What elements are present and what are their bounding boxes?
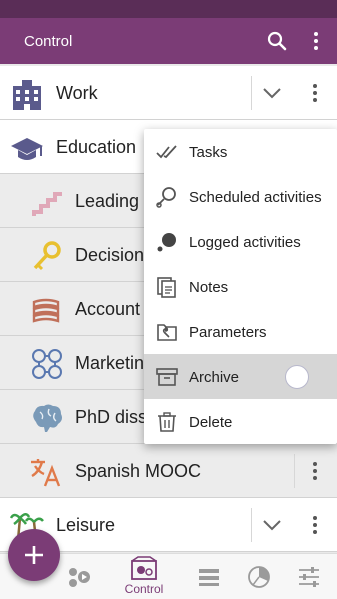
- list-item-label: Decision: [75, 245, 145, 265]
- menu-item-label: Tasks: [189, 144, 228, 161]
- page-title: Control: [24, 33, 73, 50]
- list-item-label: Leisure: [56, 515, 116, 535]
- list-item-label: Marketin: [75, 353, 145, 373]
- more-vert-icon[interactable]: [312, 461, 318, 481]
- building-icon: [10, 78, 44, 110]
- menu-item-label: Delete: [189, 414, 233, 431]
- settings-sliders-icon[interactable]: [294, 562, 324, 592]
- list-item-work[interactable]: Work: [0, 66, 337, 120]
- plus-icon: [25, 546, 43, 564]
- touch-ripple: [285, 365, 309, 389]
- menu-item-notes[interactable]: Notes: [144, 264, 337, 309]
- add-button[interactable]: [8, 529, 60, 581]
- logged-activity-icon: [156, 231, 178, 253]
- more-vert-icon[interactable]: [312, 83, 318, 103]
- menu-item-scheduled-activities[interactable]: Scheduled activities: [144, 174, 337, 219]
- menu-item-label: Parameters: [189, 324, 267, 341]
- status-bar: [0, 0, 337, 18]
- stairs-icon: [30, 186, 64, 218]
- context-menu: Tasks Scheduled activities Logged activi…: [144, 129, 337, 444]
- notes-icon: [156, 276, 178, 298]
- brain-icon: [30, 402, 64, 434]
- divider: [294, 454, 295, 488]
- nav-control-label[interactable]: Control: [113, 582, 175, 596]
- list-item-label: PhD diss: [75, 407, 148, 427]
- parameters-icon: [156, 321, 178, 343]
- menu-item-tasks[interactable]: Tasks: [144, 129, 337, 174]
- pie-chart-icon[interactable]: [244, 562, 274, 592]
- books-icon: [30, 294, 64, 326]
- list-item-label: Account: [75, 299, 141, 319]
- menu-item-archive[interactable]: Archive: [144, 354, 337, 399]
- app-bar: Control: [0, 18, 337, 64]
- divider: [251, 76, 252, 110]
- search-icon[interactable]: [266, 30, 288, 52]
- menu-item-parameters[interactable]: Parameters: [144, 309, 337, 354]
- menu-item-label: Scheduled activities: [189, 189, 322, 206]
- list-item-label: Work: [56, 83, 98, 103]
- menu-item-delete[interactable]: Delete: [144, 399, 337, 444]
- scheduled-activity-icon: [156, 186, 178, 208]
- more-vert-icon[interactable]: [305, 30, 327, 52]
- translate-icon: [28, 456, 62, 488]
- activities-icon[interactable]: [64, 562, 94, 592]
- list-view-icon[interactable]: [194, 562, 224, 592]
- list-item-label: Spanish MOOC: [75, 461, 202, 481]
- archive-icon: [156, 366, 178, 388]
- list-item-label: Leading: [75, 191, 140, 211]
- graduation-cap-icon: [10, 132, 44, 164]
- list-item[interactable]: Spanish MOOC: [0, 444, 337, 498]
- list-item-label: Education: [56, 137, 137, 157]
- menu-item-label: Notes: [189, 279, 229, 296]
- trash-icon: [156, 411, 178, 433]
- double-check-icon: [156, 141, 178, 163]
- network-icon: [30, 348, 64, 380]
- menu-item-label: Logged activities: [189, 234, 301, 251]
- chevron-down-icon[interactable]: [261, 516, 283, 534]
- menu-item-label: Archive: [189, 369, 240, 386]
- divider: [251, 508, 252, 542]
- menu-item-logged-activities[interactable]: Logged activities: [144, 219, 337, 264]
- more-vert-icon[interactable]: [312, 515, 318, 535]
- key-icon: [30, 240, 64, 272]
- chevron-down-icon[interactable]: [261, 84, 283, 102]
